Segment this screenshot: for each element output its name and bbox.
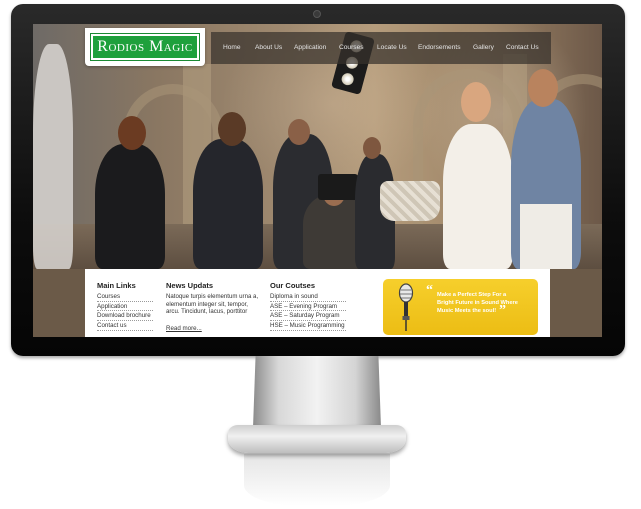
nav-home[interactable]: Home <box>223 32 241 64</box>
quote-close-icon: ” <box>499 303 506 318</box>
microphone-icon <box>398 283 414 331</box>
link-courses[interactable]: Courses <box>97 292 153 302</box>
main-links-heading: Main Links <box>97 281 136 290</box>
read-more-link[interactable]: Read more... <box>166 325 202 332</box>
monitor-stand-base <box>228 425 406 453</box>
nav-courses[interactable]: Courses <box>339 32 364 64</box>
course-diploma-in-sound[interactable]: Diploma in sound <box>270 292 346 302</box>
logo-text: Rodios Magic <box>90 33 200 61</box>
courses-heading: Our Coutses <box>270 281 316 290</box>
nav-contact-us[interactable]: Contact Us <box>506 32 539 64</box>
nav-locate-us[interactable]: Locate Us <box>377 32 407 64</box>
webcam-icon <box>313 10 321 18</box>
promo-line-3: Music Meets the soul! <box>437 308 497 314</box>
nav-application[interactable]: Application <box>294 32 326 64</box>
promo-line-1: Make a Perfect Step For a <box>437 292 507 298</box>
news-heading: News Updats <box>166 281 214 290</box>
news-text: Natoque turpis elementum urna a, element… <box>166 293 259 316</box>
nav-endorsements[interactable]: Endorsements <box>418 32 461 64</box>
site-logo[interactable]: Rodios Magic <box>85 28 205 66</box>
website-screen: Rodios Magic Home About Us Application C… <box>33 24 602 337</box>
monitor-bezel: Rodios Magic Home About Us Application C… <box>11 4 625 356</box>
link-application[interactable]: Application <box>97 302 153 312</box>
stand-reflection <box>244 454 390 506</box>
promo-banner[interactable]: “ Make a Perfect Step For a Bright Futur… <box>383 279 538 335</box>
nav-about-us[interactable]: About Us <box>255 32 282 64</box>
course-ase-saturday[interactable]: ASE – Saturday Program <box>270 311 346 322</box>
nav-gallery[interactable]: Gallery <box>473 32 494 64</box>
link-download-brochure[interactable]: Download brochure <box>97 311 153 322</box>
main-navigation: Home About Us Application Courses Locate… <box>211 32 551 64</box>
monitor-stand-neck <box>253 356 381 428</box>
link-contact-us[interactable]: Contact us <box>97 321 153 331</box>
content-panel: Main Links Courses Application Download … <box>85 269 550 337</box>
course-hse-music[interactable]: HSE – Music Programming <box>270 321 346 331</box>
course-ase-evening[interactable]: ASE – Evening Program <box>270 302 346 312</box>
quote-open-icon: “ <box>426 283 433 298</box>
